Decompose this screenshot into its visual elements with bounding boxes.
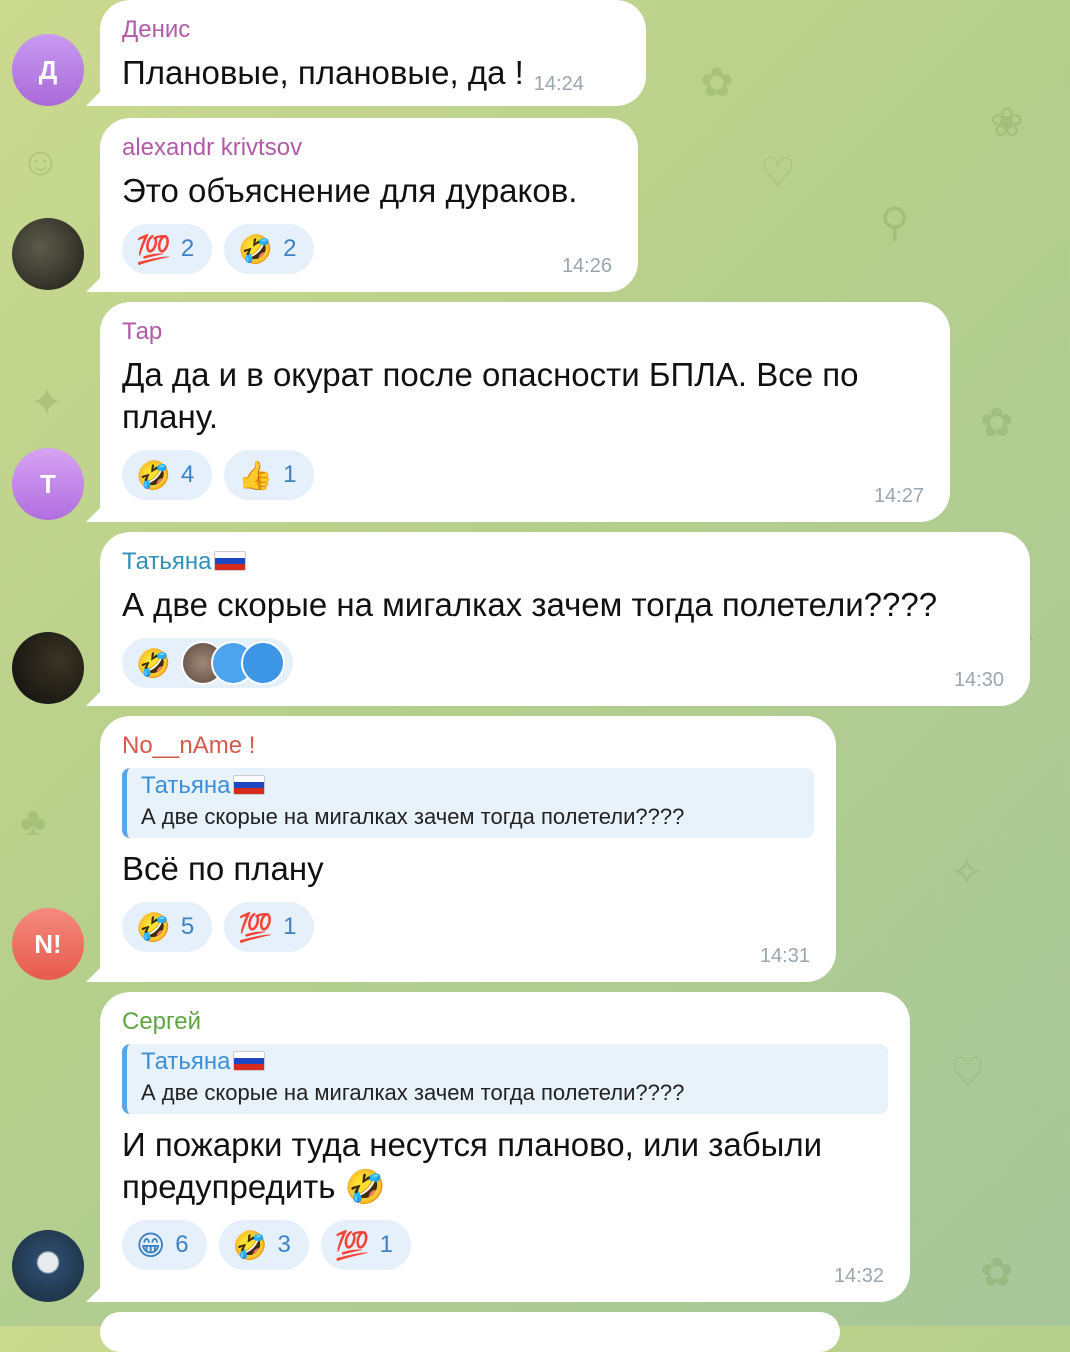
rofl-icon: 🤣: [136, 911, 171, 943]
message-text: И пожарки туда несутся планово, или забы…: [122, 1126, 823, 1205]
rofl-icon: 🤣: [232, 1229, 268, 1261]
message-time: 14:24: [533, 73, 584, 95]
message-text: Да да и в окурат после опасности БПЛА. В…: [122, 356, 859, 435]
thumbs-up-icon: 👍: [238, 459, 274, 491]
hundred-points-icon: 💯: [334, 1229, 370, 1261]
grin-icon: 😁: [136, 1229, 166, 1261]
sender-name[interactable]: Денис: [122, 16, 624, 44]
avatar[interactable]: Д: [12, 34, 84, 106]
rofl-icon: 🤣: [136, 459, 171, 491]
reply-sender: Татьяна: [141, 772, 800, 800]
reaction-100[interactable]: 💯 1: [320, 1220, 412, 1270]
message-bubble[interactable]: No__nAme ! Татьяна А две скорые на мигал…: [100, 716, 836, 982]
message-text: Плановые, плановые, да ! 14:24: [122, 54, 584, 95]
message-text: Всё по плану: [122, 850, 324, 887]
reaction-laugh[interactable]: 🤣 5: [122, 902, 213, 952]
reply-sender: Татьяна: [141, 1048, 874, 1076]
reactions-row: 😁 6 🤣 3 💯 1: [122, 1220, 888, 1270]
reaction-laugh[interactable]: 🤣 2: [224, 224, 315, 274]
reactions-row: 🤣: [122, 638, 1008, 688]
message-time: 14:30: [953, 669, 1004, 691]
sender-name[interactable]: No__nAme !: [122, 732, 814, 760]
rofl-icon: 🤣: [344, 1168, 386, 1205]
rofl-icon: 🤣: [136, 647, 171, 679]
message-time: 14:31: [759, 945, 810, 967]
message-time: 14:26: [561, 255, 612, 277]
rofl-icon: 🤣: [238, 233, 274, 265]
message-text: Это объяснение для дураков.: [122, 172, 578, 209]
reply-text: А две скорые на мигалках зачем тогда пол…: [141, 804, 685, 829]
reaction-100[interactable]: 💯 1: [224, 902, 315, 952]
sender-name[interactable]: Сергей: [122, 1008, 888, 1036]
avatar[interactable]: Т: [12, 448, 84, 520]
reaction-100[interactable]: 💯 2: [122, 224, 213, 274]
avatar[interactable]: [12, 218, 84, 290]
reply-text: А две скорые на мигалках зачем тогда пол…: [141, 1080, 685, 1105]
reaction-laugh[interactable]: 🤣: [122, 638, 293, 688]
message-bubble[interactable]: Денис Плановые, плановые, да ! 14:24: [100, 0, 646, 106]
reaction-thumbs-up[interactable]: 👍 1: [224, 450, 315, 500]
hundred-points-icon: 💯: [136, 233, 171, 265]
message-text: А две скорые на мигалках зачем тогда пол…: [122, 586, 938, 623]
message-time: 14:32: [833, 1265, 884, 1287]
sender-name[interactable]: Тар: [122, 318, 928, 346]
reply-preview[interactable]: Татьяна А две скорые на мигалках зачем т…: [122, 1044, 888, 1114]
avatar[interactable]: [12, 632, 84, 704]
reply-preview[interactable]: Татьяна А две скорые на мигалках зачем т…: [122, 768, 814, 838]
reaction-laugh[interactable]: 🤣 3: [218, 1220, 309, 1270]
reaction-laugh[interactable]: 🤣 4: [122, 450, 213, 500]
message-bubble[interactable]: alexandr krivtsov Это объяснение для дур…: [100, 118, 638, 292]
reactor-avatar: [240, 641, 285, 685]
russia-flag-icon: [232, 775, 265, 795]
reactions-row: 🤣 5 💯 1: [122, 902, 814, 952]
message-bubble[interactable]: [100, 1312, 840, 1352]
message-bubble[interactable]: Татьяна А две скорые на мигалках зачем т…: [100, 532, 1030, 706]
hundred-points-icon: 💯: [238, 911, 274, 943]
reactions-row: 💯 2 🤣 2: [122, 224, 616, 274]
message-bubble[interactable]: Тар Да да и в окурат после опасности БПЛ…: [100, 302, 950, 522]
avatar[interactable]: N!: [12, 908, 84, 980]
russia-flag-icon: [213, 551, 246, 571]
sender-name[interactable]: alexandr krivtsov: [122, 134, 616, 162]
russia-flag-icon: [232, 1051, 265, 1071]
avatar[interactable]: [12, 1230, 84, 1302]
reaction-grin[interactable]: 😁 6: [122, 1220, 207, 1270]
reactions-row: 🤣 4 👍 1: [122, 450, 928, 500]
message-bubble[interactable]: Сергей Татьяна А две скорые на мигалках …: [100, 992, 910, 1302]
message-time: 14:27: [873, 485, 924, 507]
sender-name[interactable]: Татьяна: [122, 548, 1008, 576]
